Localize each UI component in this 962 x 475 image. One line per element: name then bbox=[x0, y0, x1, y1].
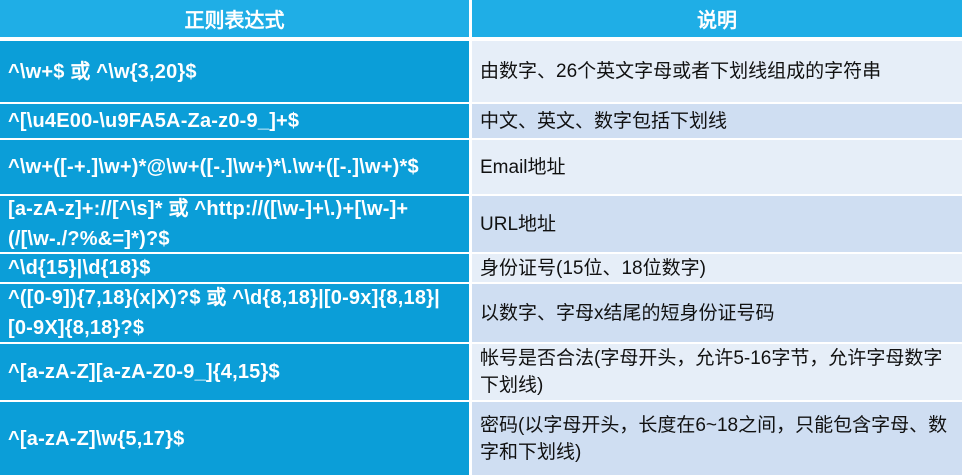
regex-cell: ^\w+$ 或 ^\w{3,20}$ bbox=[0, 39, 472, 102]
description-cell: 以数字、字母x结尾的短身份证号码 bbox=[472, 282, 962, 342]
description-cell: 身份证号(15位、18位数字) bbox=[472, 252, 962, 282]
regex-table: 正则表达式 说明 ^\w+$ 或 ^\w{3,20}$ 由数字、26个英文字母或… bbox=[0, 0, 962, 475]
regex-cell: ^([0-9]){7,18}(x|X)?$ 或 ^\d{8,18}|[0-9x]… bbox=[0, 282, 472, 342]
regex-cell: ^\w+([-+.]\w+)*@\w+([-.]\w+)*\.\w+([-.]\… bbox=[0, 138, 472, 194]
regex-cell: ^\d{15}|\d{18}$ bbox=[0, 252, 472, 282]
regex-cell: [a-zA-z]+://[^\s]* 或 ^http://([\w-]+\.)+… bbox=[0, 194, 472, 252]
description-cell: 由数字、26个英文字母或者下划线组成的字符串 bbox=[472, 39, 962, 102]
regex-cell: ^[a-zA-Z]\w{5,17}$ bbox=[0, 400, 472, 475]
description-cell: Email地址 bbox=[472, 138, 962, 194]
header-description: 说明 bbox=[472, 0, 962, 39]
description-cell: 帐号是否合法(字母开头，允许5-16字节，允许字母数字下划线) bbox=[472, 342, 962, 400]
description-cell: 密码(以字母开头，长度在6~18之间，只能包含字母、数字和下划线) bbox=[472, 400, 962, 475]
regex-cell: ^[\u4E00-\u9FA5A-Za-z0-9_]+$ bbox=[0, 102, 472, 138]
description-cell: 中文、英文、数字包括下划线 bbox=[472, 102, 962, 138]
regex-cell: ^[a-zA-Z][a-zA-Z0-9_]{4,15}$ bbox=[0, 342, 472, 400]
header-regex: 正则表达式 bbox=[0, 0, 472, 39]
description-cell: URL地址 bbox=[472, 194, 962, 252]
